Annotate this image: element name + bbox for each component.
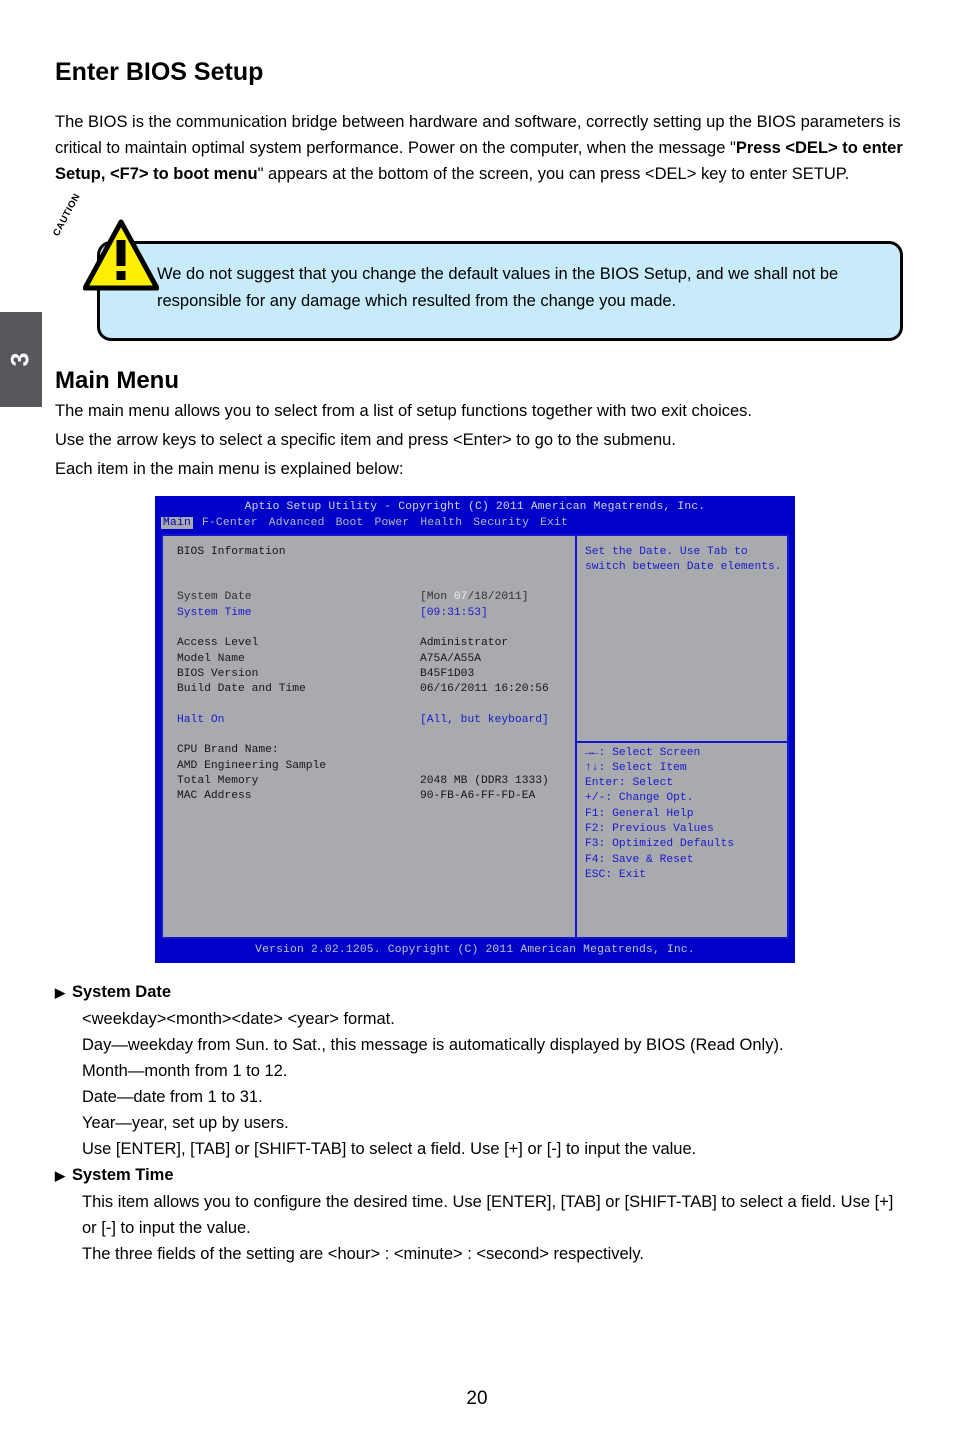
bios-value-system-date-pre: [Mon xyxy=(420,591,454,604)
bios-value-bios-version: B45F1D03 xyxy=(420,667,475,680)
bullet-line: Month—month from 1 to 12. xyxy=(82,1061,288,1080)
bios-value-cpu-brand: AMD Engineering Sample xyxy=(177,759,327,772)
bios-label-model-name: Model Name xyxy=(177,652,245,665)
bios-section-title: BIOS Information xyxy=(177,545,575,560)
bios-right-panel: Set the Date. Use Tab to switch between … xyxy=(577,536,787,937)
bios-row-cpu-brand-value: AMD Engineering Sample xyxy=(177,759,575,774)
bios-tab-main[interactable]: Main xyxy=(161,517,193,530)
bios-label-halt-on: Halt On xyxy=(177,713,225,726)
bios-section-title-label: BIOS Information xyxy=(177,545,286,558)
bios-value-access-level: Administrator xyxy=(420,637,509,650)
bios-body: BIOS Information System Date [Mon 07/18/… xyxy=(161,533,789,939)
bios-help-text: Set the Date. Use Tab to switch between … xyxy=(585,545,782,573)
bios-value-system-time: [09:31:53] xyxy=(420,606,488,619)
bullet-heading-system-time: ▶ System Time xyxy=(55,1162,903,1189)
caution-label: CAUTION xyxy=(51,191,83,239)
bullet-line: <weekday><month><date> <year> format. xyxy=(82,1009,395,1028)
bios-row-build-date: Build Date and Time 06/16/2011 16:20:56 xyxy=(177,682,575,697)
bios-setup-screenshot: Aptio Setup Utility - Copyright (C) 2011… xyxy=(155,496,795,963)
bios-label-build-date: Build Date and Time xyxy=(177,683,306,696)
bios-left-panel: BIOS Information System Date [Mon 07/18/… xyxy=(163,536,575,937)
bios-row-system-date[interactable]: System Date [Mon 07/18/2011] xyxy=(177,590,575,605)
bios-value-system-date-month: 07 xyxy=(453,591,468,604)
bios-row-bios-version: BIOS Version B45F1D03 xyxy=(177,667,575,682)
bios-label-access-level: Access Level xyxy=(177,637,259,650)
page-number: 20 xyxy=(466,1388,488,1409)
page-title-main-menu: Main Menu xyxy=(55,367,179,394)
bios-value-total-memory: 2048 MB (DDR3 1333) xyxy=(420,775,549,788)
bios-help-rule xyxy=(577,740,787,743)
bios-tab-exit[interactable]: Exit xyxy=(538,517,570,529)
bios-row-mac-address: MAC Address 90-FB-A6-FF-FD-EA xyxy=(177,789,575,804)
bios-footer-version: Version 2.02.1205. Copyright (C) 2011 Am… xyxy=(255,943,695,956)
bullet-line: Use [ENTER], [TAB] or [SHIFT-TAB] to sel… xyxy=(82,1139,697,1158)
bios-tab-health[interactable]: Health xyxy=(418,517,464,529)
bios-tab-advanced[interactable]: Advanced xyxy=(267,517,327,529)
caution-text: We do not suggest that you change the de… xyxy=(157,265,839,310)
bios-title-bar: Aptio Setup Utility - Copyright (C) 2011… xyxy=(244,501,706,513)
intro-paragraph: The BIOS is the communication bridge bet… xyxy=(55,87,903,187)
main-menu-desc-line2: Use the arrow keys to select a specific … xyxy=(55,431,676,449)
bios-row-cpu-brand-label: CPU Brand Name: xyxy=(177,743,575,758)
bios-value-model-name: A75A/A55A xyxy=(420,652,482,665)
triangle-bullet-icon: ▶ xyxy=(55,1167,65,1183)
intro-part2: " appears at the bottom of the screen, y… xyxy=(257,165,850,183)
bios-value-system-date: [Mon 07/18/2011] xyxy=(420,590,528,605)
bullet-line: Day—weekday from Sun. to Sat., this mess… xyxy=(82,1035,784,1054)
bios-value-build-date: 06/16/2011 16:20:56 xyxy=(420,683,549,696)
bios-tab-security[interactable]: Security xyxy=(471,517,531,529)
bios-key-legend: →←: Select Screen ↑↓: Select Item Enter:… xyxy=(585,746,735,881)
bios-label-cpu-brand: CPU Brand Name: xyxy=(177,744,279,757)
main-menu-desc-line1: The main menu allows you to select from … xyxy=(55,402,752,420)
bullet-line: The three fields of the setting are <hou… xyxy=(82,1244,644,1263)
bullet-sections: ▶ System Date <weekday><month><date> <yea… xyxy=(55,963,903,1267)
bullet-heading-system-date: ▶ System Date xyxy=(55,979,903,1006)
bios-label-total-memory: Total Memory xyxy=(177,775,259,788)
bios-tab-boot[interactable]: Boot xyxy=(334,517,366,529)
bullet-line: This item allows you to configure the de… xyxy=(82,1192,894,1237)
bios-row-access-level: Access Level Administrator xyxy=(177,636,575,651)
bullet-heading-system-date-label: System Date xyxy=(72,982,172,1001)
bios-value-halt-on: [All, but keyboard] xyxy=(420,713,549,726)
bullet-line: Date—date from 1 to 31. xyxy=(82,1087,263,1106)
bios-label-bios-version: BIOS Version xyxy=(177,667,259,680)
bios-value-mac-address: 90-FB-A6-FF-FD-EA xyxy=(420,790,536,803)
bios-row-system-time[interactable]: System Time [09:31:53] xyxy=(177,606,575,621)
bios-row-model-name: Model Name A75A/A55A xyxy=(177,652,575,667)
bios-tab-power[interactable]: Power xyxy=(372,517,411,529)
bios-label-system-time: System Time xyxy=(177,606,252,619)
bios-value-system-date-post: /18/2011] xyxy=(467,591,529,604)
main-menu-desc-line3: Each item in the main menu is explained … xyxy=(55,460,404,478)
bios-row-halt-on[interactable]: Halt On [All, but keyboard] xyxy=(177,713,575,728)
bullet-line: Year—year, set up by users. xyxy=(82,1113,289,1132)
bios-tab-f-center[interactable]: F-Center xyxy=(200,517,260,529)
bullet-heading-system-time-label: System Time xyxy=(72,1165,174,1184)
caution-box: We do not suggest that you change the de… xyxy=(97,241,903,341)
bios-label-system-date: System Date xyxy=(177,591,252,604)
page-content: Enter BIOS Setup The BIOS is the communi… xyxy=(51,0,903,1267)
page-title-enter-bios-setup: Enter BIOS Setup xyxy=(55,58,264,86)
chapter-tab: 3 xyxy=(0,312,42,407)
bios-menu-bar: Main F-Center Advanced Boot Power Health… xyxy=(155,516,795,533)
caution-callout: We do not suggest that you change the de… xyxy=(51,192,903,349)
bios-row-total-memory: Total Memory 2048 MB (DDR3 1333) xyxy=(177,774,575,789)
caution-triangle-icon xyxy=(83,219,159,291)
bios-label-mac-address: MAC Address xyxy=(177,790,252,803)
triangle-bullet-icon: ▶ xyxy=(55,984,65,1000)
